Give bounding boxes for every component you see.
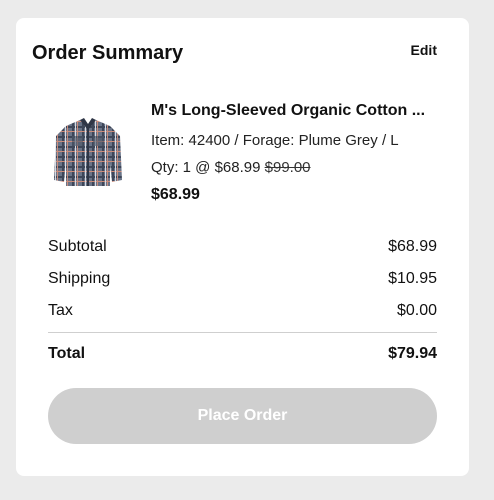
product-info: M's Long-Sleeved Organic Cotton ... Item… — [151, 100, 441, 206]
product-quantity-price: Qty: 1 @ $68.99 $99.00 — [151, 157, 441, 179]
order-summary-title: Order Summary — [32, 42, 184, 64]
place-order-button[interactable]: Place Order — [48, 388, 437, 444]
cost-summary: Subtotal $68.99 Shipping $10.95 Tax $0.0… — [48, 236, 437, 375]
product-item-details: Item: 42400 / Forage: Plume Grey / L — [151, 132, 399, 149]
product-thumbnail — [52, 116, 124, 190]
product-name[interactable]: M's Long-Sleeved Organic Cotton ... — [151, 100, 441, 122]
shipping-label: Shipping — [48, 270, 111, 287]
tax-label: Tax — [48, 302, 73, 319]
total-label: Total — [48, 345, 86, 362]
total-value: $79.94 — [388, 345, 437, 362]
unit-price: $68.99 — [214, 159, 261, 176]
subtotal-value: $68.99 — [388, 238, 437, 255]
total-row: Total $79.94 — [48, 343, 437, 365]
shipping-row: Shipping $10.95 — [48, 268, 437, 290]
subtotal-label: Subtotal — [48, 238, 107, 255]
flannel-shirt-image — [54, 118, 122, 186]
shipping-value: $10.95 — [388, 270, 437, 287]
tax-value: $0.00 — [396, 302, 437, 319]
summary-divider — [48, 332, 437, 333]
product-line-total: $68.99 — [151, 186, 200, 203]
subtotal-row: Subtotal $68.99 — [48, 236, 437, 258]
edit-link[interactable]: Edit — [411, 42, 437, 58]
original-price: $99.00 — [264, 159, 311, 176]
quantity-prefix: Qty: 1 @ — [151, 159, 215, 176]
tax-row: Tax $0.00 — [48, 300, 437, 322]
